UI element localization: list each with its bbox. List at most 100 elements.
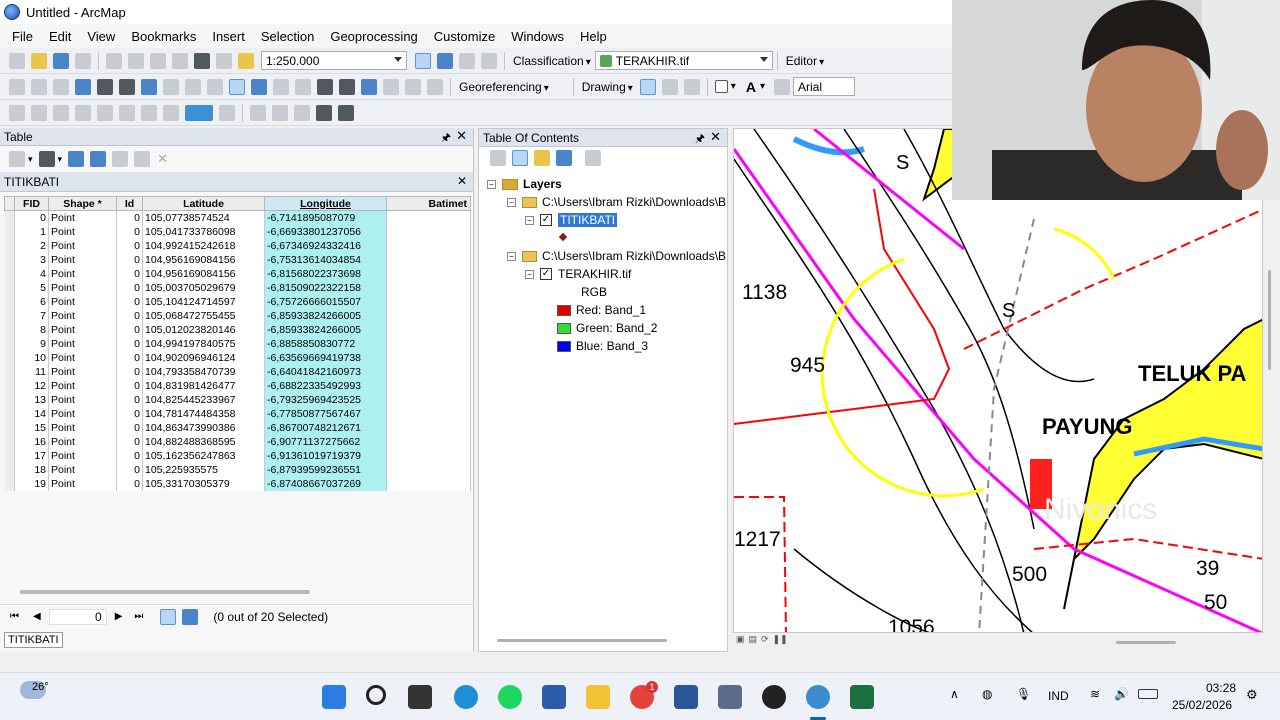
- cell-fid[interactable]: 14: [14, 406, 49, 421]
- cell-longitude[interactable]: -6,85933824266005: [264, 322, 387, 337]
- row-selector[interactable]: [4, 350, 15, 365]
- cell-longitude[interactable]: -6,81509022322158: [264, 280, 387, 295]
- row-selector[interactable]: [4, 308, 15, 323]
- cell-id[interactable]: 0: [116, 434, 143, 449]
- layer-combo[interactable]: TERAKHIR.tif: [594, 51, 773, 70]
- cell-shape[interactable]: Point: [48, 224, 117, 239]
- cell-shape[interactable]: Point: [48, 336, 117, 351]
- cell-latitude[interactable]: 104,902096946124: [142, 350, 265, 365]
- cell-batimetri[interactable]: [386, 378, 471, 393]
- collapse-icon[interactable]: −: [525, 269, 534, 279]
- map-horizontal-scrollbar[interactable]: [1116, 641, 1176, 644]
- column-header-fid[interactable]: FID: [14, 196, 49, 211]
- record-number-input[interactable]: 0: [48, 608, 107, 625]
- cell-id[interactable]: 0: [116, 224, 143, 239]
- next-record-icon[interactable]: ▶: [115, 611, 123, 622]
- show-hidden-icons-chevron-icon[interactable]: ∧: [950, 687, 959, 701]
- menu-windows[interactable]: Windows: [503, 29, 572, 44]
- row-selector[interactable]: [4, 434, 15, 449]
- row-selector[interactable]: [4, 322, 15, 337]
- row-selector[interactable]: [4, 266, 15, 281]
- cell-longitude[interactable]: -6,75726666015507: [264, 294, 387, 309]
- cell-fid[interactable]: 8: [14, 322, 49, 337]
- cell-id[interactable]: 0: [116, 266, 143, 281]
- column-header-shape[interactable]: Shape *: [48, 196, 117, 211]
- html-popup-icon[interactable]: [295, 78, 311, 95]
- cell-batimetri[interactable]: [386, 336, 471, 351]
- cell-batimetri[interactable]: [386, 392, 471, 407]
- table-row[interactable]: 3 Point 0 104,956169084156 -6,75313614034854: [4, 252, 471, 267]
- refresh-icon[interactable]: [294, 104, 310, 121]
- cell-batimetri[interactable]: [386, 462, 471, 477]
- create-viewer-icon[interactable]: [427, 78, 443, 95]
- georeferencing-dropdown[interactable]: Georeferencing: [459, 80, 549, 94]
- table-row[interactable]: 5 Point 0 105,003705029679 -6,81509022322158: [4, 280, 471, 295]
- edit-vertices-icon[interactable]: [119, 104, 135, 121]
- line-color-icon[interactable]: [219, 104, 235, 121]
- pause-drawing-icon[interactable]: [316, 104, 332, 121]
- menu-bookmarks[interactable]: Bookmarks: [123, 29, 204, 44]
- reshape-icon[interactable]: [141, 104, 157, 121]
- cell-latitude[interactable]: 104,781474484358: [142, 406, 265, 421]
- close-icon[interactable]: ✕: [710, 129, 721, 145]
- table-row[interactable]: 9 Point 0 104,994197840575 -6,8858850830772: [4, 336, 471, 351]
- column-header-id[interactable]: Id: [116, 196, 143, 211]
- table-row[interactable]: 15 Point 0 104,863473990386 -6,8670074821267…: [4, 420, 471, 435]
- edit-annotation-icon[interactable]: [31, 104, 47, 121]
- clock-time[interactable]: 03:28: [1206, 681, 1236, 695]
- network-status-icon[interactable]: ◍: [982, 687, 992, 701]
- cell-batimetri[interactable]: [386, 252, 471, 267]
- cell-fid[interactable]: 18: [14, 462, 49, 477]
- clear-selection-icon[interactable]: [112, 151, 129, 167]
- close-icon[interactable]: ✕: [457, 174, 467, 188]
- zoom-in-icon[interactable]: [9, 78, 25, 95]
- cell-batimetri[interactable]: [386, 364, 471, 379]
- fixed-zoom-out-icon[interactable]: [119, 78, 135, 95]
- cell-id[interactable]: 0: [116, 308, 143, 323]
- row-selector[interactable]: [4, 406, 15, 421]
- point-icon[interactable]: [97, 104, 113, 121]
- cell-latitude[interactable]: 105,012023820146: [142, 322, 265, 337]
- cell-id[interactable]: 0: [116, 280, 143, 295]
- spotify-icon[interactable]: [498, 685, 522, 709]
- measure-icon[interactable]: [317, 78, 333, 95]
- toc-layers-row[interactable]: − Layers: [487, 177, 562, 191]
- cell-fid[interactable]: 4: [14, 266, 49, 281]
- add-data-icon[interactable]: [238, 52, 254, 69]
- cell-shape[interactable]: Point: [48, 238, 117, 253]
- cell-latitude[interactable]: 104,992415242618: [142, 238, 265, 253]
- cell-batimetri[interactable]: [386, 476, 471, 491]
- cell-latitude[interactable]: 105,07738574524: [142, 210, 265, 225]
- cell-longitude[interactable]: -6,7141895087079: [264, 210, 387, 225]
- row-selector[interactable]: [4, 364, 15, 379]
- cell-id[interactable]: 0: [116, 238, 143, 253]
- map-scale-combo[interactable]: 1:250.000: [261, 51, 407, 70]
- chevron-down-icon[interactable]: ▾: [28, 154, 33, 165]
- collapse-icon[interactable]: −: [507, 251, 516, 261]
- select-by-attributes-icon[interactable]: [68, 151, 85, 167]
- full-extent-globe-icon[interactable]: [75, 78, 91, 95]
- cell-id[interactable]: 0: [116, 392, 143, 407]
- edit-tool-icon[interactable]: [9, 104, 25, 121]
- toc-layer-terakhir-row[interactable]: − ✓ TERAKHIR.tif: [525, 267, 631, 281]
- layer-visibility-checkbox[interactable]: ✓: [540, 268, 552, 280]
- cut-polygons-icon[interactable]: [163, 104, 179, 121]
- menu-view[interactable]: View: [79, 29, 123, 44]
- table-row[interactable]: 7 Point 0 105,068472755455 -6,85933824266005: [4, 308, 471, 323]
- row-selector[interactable]: [4, 476, 15, 491]
- cell-latitude[interactable]: 104,994197840575: [142, 336, 265, 351]
- table-row[interactable]: 12 Point 0 104,831981426477 -6,6882233549299…: [4, 378, 471, 393]
- cell-latitude[interactable]: 105,225935575: [142, 462, 265, 477]
- map-vertical-scrollbar[interactable]: [1268, 270, 1271, 370]
- list-by-selection-icon[interactable]: [556, 150, 572, 166]
- cell-latitude[interactable]: 104,956169084156: [142, 252, 265, 267]
- cell-fid[interactable]: 3: [14, 252, 49, 267]
- delete-selected-icon[interactable]: ✕: [157, 151, 168, 167]
- row-selector-header[interactable]: [4, 196, 15, 211]
- menu-insert[interactable]: Insert: [204, 29, 253, 44]
- cell-shape[interactable]: Point: [48, 266, 117, 281]
- cell-batimetri[interactable]: [386, 420, 471, 435]
- toc-horizontal-scrollbar[interactable]: [497, 639, 667, 642]
- fill-color-icon[interactable]: [185, 104, 213, 121]
- table-row[interactable]: 0 Point 0 105,07738574524 -6,7141895087079: [4, 210, 471, 225]
